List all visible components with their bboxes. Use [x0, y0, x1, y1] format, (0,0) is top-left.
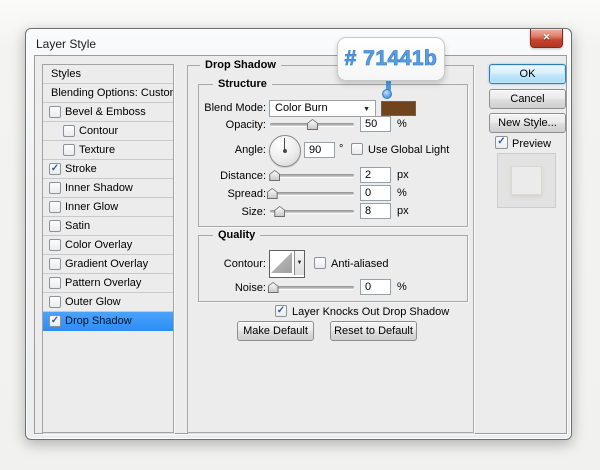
sidebar-item-inner-shadow[interactable]: Inner Shadow — [43, 179, 173, 198]
spread-slider[interactable] — [266, 188, 354, 199]
close-button[interactable]: ✕ — [530, 29, 563, 48]
size-input[interactable] — [360, 203, 391, 219]
sidebar-item-color-overlay[interactable]: Color Overlay — [43, 236, 173, 255]
close-icon: ✕ — [542, 32, 551, 42]
size-slider[interactable] — [270, 206, 354, 217]
cancel-button[interactable]: Cancel — [489, 89, 566, 109]
opacity-unit: % — [397, 118, 407, 130]
bevel-emboss-checkbox[interactable] — [49, 106, 61, 118]
contour-picker[interactable]: ▼ — [269, 250, 305, 278]
color-overlay-checkbox[interactable] — [49, 239, 61, 251]
chevron-down-icon: ▼ — [363, 106, 370, 113]
inner-shadow-checkbox[interactable] — [49, 182, 61, 194]
use-global-light-checkbox[interactable] — [351, 143, 363, 155]
noise-unit: % — [397, 281, 407, 293]
chevron-down-icon: ▼ — [296, 260, 303, 266]
distance-slider-thumb[interactable] — [269, 170, 281, 181]
size-label: Size: — [241, 206, 266, 218]
satin-checkbox[interactable] — [49, 220, 61, 232]
noise-slider[interactable] — [267, 282, 354, 293]
blend-mode-value: Color Burn — [275, 102, 328, 114]
angle-dial[interactable] — [269, 135, 301, 167]
quality-group: Quality Contour: ▼ Anti-aliased Noise: % — [198, 229, 468, 302]
angle-label: Angle: — [234, 144, 266, 156]
sidebar-item-texture[interactable]: Texture — [43, 141, 173, 160]
opacity-slider-thumb[interactable] — [307, 119, 318, 130]
contour-dropdown-arrow[interactable]: ▼ — [294, 251, 304, 275]
styles-sidebar: Styles Blending Options: Custom Bevel & … — [42, 64, 174, 433]
spread-label: Spread: — [227, 188, 266, 200]
contour-label: Contour: — [223, 258, 266, 270]
outer-glow-checkbox[interactable] — [49, 296, 61, 308]
drop-shadow-group-title: Drop Shadow — [200, 59, 281, 71]
layer-style-dialog: Layer Style ✕ Styles Blending Options: C… — [25, 28, 572, 440]
inner-glow-checkbox[interactable] — [49, 201, 61, 213]
drop-shadow-checkbox[interactable]: ✓ — [49, 315, 61, 327]
gradient-overlay-checkbox[interactable] — [49, 258, 61, 270]
structure-legend: Structure — [213, 78, 272, 90]
anti-aliased-label: Anti-aliased — [331, 258, 389, 270]
angle-hub — [283, 149, 287, 153]
noise-label: Noise: — [234, 282, 266, 294]
noise-input[interactable] — [360, 279, 391, 295]
angle-input[interactable] — [304, 142, 335, 158]
drop-shadow-group: Drop Shadow Structure Blend Mode: Color … — [187, 59, 474, 433]
dialog-title: Layer Style — [36, 37, 97, 51]
angle-unit: ° — [339, 143, 344, 155]
new-style-button[interactable]: New Style... — [489, 113, 566, 133]
sidebar-item-pattern-overlay[interactable]: Pattern Overlay — [43, 274, 173, 293]
linear-contour-icon — [271, 252, 292, 273]
contour-thumbnail[interactable] — [270, 251, 294, 275]
make-default-button[interactable]: Make Default — [237, 321, 314, 341]
distance-label: Distance: — [220, 170, 266, 182]
quality-legend: Quality — [213, 229, 261, 241]
style-preview-thumbnail — [497, 153, 556, 208]
opacity-label: Opacity: — [225, 119, 266, 131]
preview-checkbox[interactable]: ✓ — [495, 136, 508, 149]
pattern-overlay-checkbox[interactable] — [49, 277, 61, 289]
sidebar-item-inner-glow[interactable]: Inner Glow — [43, 198, 173, 217]
distance-input[interactable] — [360, 167, 391, 183]
sidebar-item-blending-options[interactable]: Blending Options: Custom — [43, 84, 173, 103]
sidebar-item-outer-glow[interactable]: Outer Glow — [43, 293, 173, 312]
opacity-input[interactable] — [360, 116, 391, 132]
sidebar-item-styles[interactable]: Styles — [43, 65, 173, 84]
opacity-slider[interactable] — [270, 119, 354, 130]
size-slider-thumb[interactable] — [274, 206, 286, 217]
use-global-light-label: Use Global Light — [368, 144, 450, 156]
sidebar-item-drop-shadow[interactable]: ✓ Drop Shadow — [43, 312, 173, 331]
reset-to-default-button[interactable]: Reset to Default — [330, 321, 417, 341]
anti-aliased-checkbox[interactable] — [314, 257, 326, 269]
spread-slider-thumb[interactable] — [266, 188, 278, 199]
spread-input[interactable] — [360, 185, 391, 201]
layer-knockout-checkbox[interactable]: ✓ — [275, 305, 287, 317]
structure-group: Structure Blend Mode: Color Burn ▼ Opaci… — [198, 78, 468, 227]
distance-slider[interactable] — [269, 170, 354, 181]
blend-mode-label: Blend Mode: — [204, 102, 266, 114]
noise-slider-thumb[interactable] — [267, 282, 279, 293]
style-preview-swatch — [511, 166, 542, 195]
ok-button[interactable]: OK — [489, 64, 566, 84]
spread-unit: % — [397, 187, 407, 199]
dialog-content-panel: Styles Blending Options: Custom Bevel & … — [34, 55, 567, 434]
color-callout-pin-icon — [382, 89, 392, 99]
layer-knockout-label: Layer Knocks Out Drop Shadow — [292, 306, 450, 318]
stroke-checkbox[interactable]: ✓ — [49, 163, 61, 175]
sidebar-item-bevel-emboss[interactable]: Bevel & Emboss — [43, 103, 173, 122]
sidebar-item-satin[interactable]: Satin — [43, 217, 173, 236]
sidebar-item-contour[interactable]: Contour — [43, 122, 173, 141]
sidebar-item-gradient-overlay[interactable]: Gradient Overlay — [43, 255, 173, 274]
texture-checkbox[interactable] — [63, 144, 75, 156]
blend-mode-select[interactable]: Color Burn ▼ — [269, 100, 376, 117]
preview-label: Preview — [512, 138, 552, 150]
sidebar-item-stroke[interactable]: ✓ Stroke — [43, 160, 173, 179]
distance-unit: px — [397, 169, 409, 181]
shadow-color-swatch[interactable] — [381, 101, 416, 116]
contour-checkbox[interactable] — [63, 125, 75, 137]
color-callout-bubble: # 71441b — [337, 37, 445, 81]
size-unit: px — [397, 205, 409, 217]
